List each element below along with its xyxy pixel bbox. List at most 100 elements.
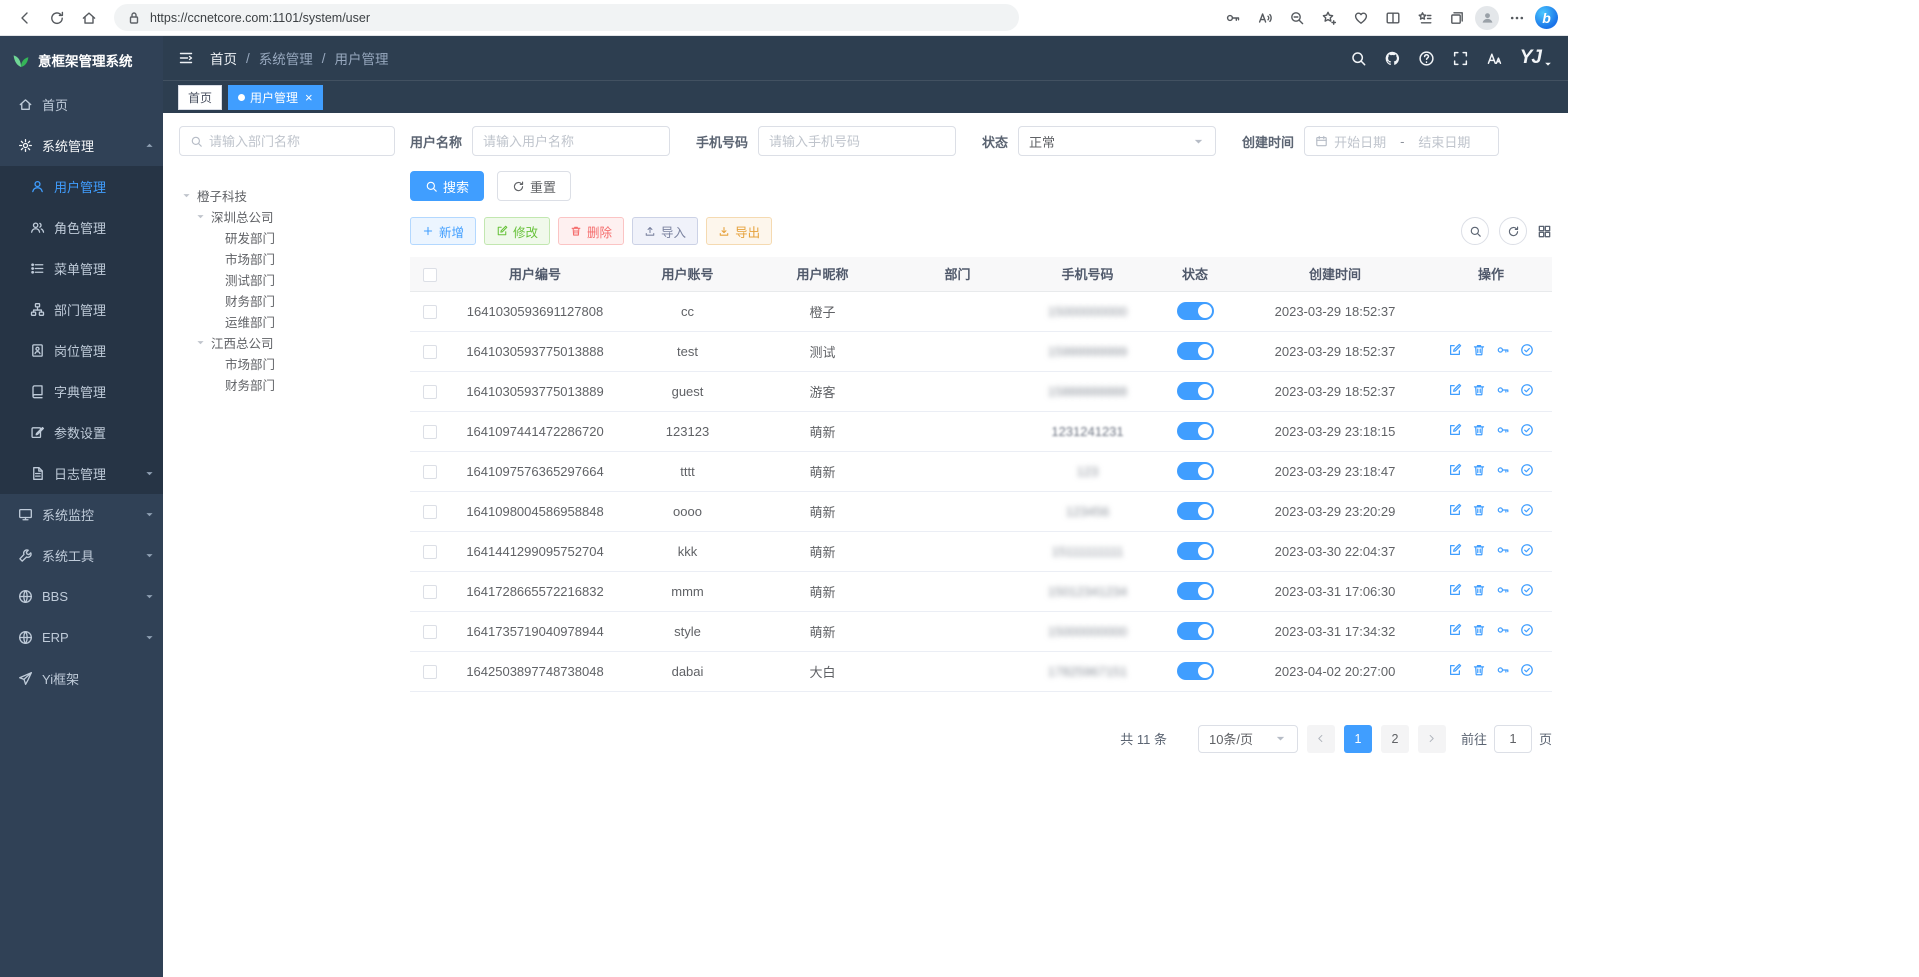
- row-checkbox[interactable]: [423, 545, 437, 559]
- status-toggle[interactable]: [1177, 302, 1214, 320]
- assign-role-icon[interactable]: [1520, 343, 1534, 357]
- sidebar-item-bbs[interactable]: BBS: [0, 576, 163, 617]
- row-checkbox[interactable]: [423, 305, 437, 319]
- sidebar-item-home[interactable]: 首页: [0, 84, 163, 125]
- close-tab-icon[interactable]: ×: [305, 91, 313, 104]
- row-checkbox[interactable]: [423, 625, 437, 639]
- edit-button[interactable]: 修改: [484, 217, 550, 245]
- status-toggle[interactable]: [1177, 582, 1214, 600]
- help-icon[interactable]: [1418, 50, 1435, 67]
- sidebar-toggle-icon[interactable]: [178, 50, 194, 66]
- tab-user-mgmt[interactable]: 用户管理×: [228, 85, 323, 110]
- username-input[interactable]: [483, 134, 659, 149]
- sidebar-item-yi[interactable]: Yi框架: [0, 658, 163, 699]
- sidebar-item-dept[interactable]: 部门管理: [0, 289, 163, 330]
- sidebar-item-post[interactable]: 岗位管理: [0, 330, 163, 371]
- select-all-checkbox[interactable]: [423, 268, 437, 282]
- edit-icon[interactable]: [1448, 343, 1462, 357]
- font-size-icon[interactable]: [1486, 50, 1503, 67]
- delete-icon[interactable]: [1472, 583, 1486, 597]
- browser-essentials-button[interactable]: [1347, 4, 1375, 32]
- edit-icon[interactable]: [1448, 543, 1462, 557]
- search-button[interactable]: 搜索: [410, 171, 484, 201]
- toggle-search-button[interactable]: [1461, 217, 1489, 245]
- edit-icon[interactable]: [1448, 463, 1462, 477]
- date-range-picker[interactable]: 开始日期 - 结束日期: [1304, 126, 1499, 156]
- row-checkbox[interactable]: [423, 665, 437, 679]
- sidebar-item-param[interactable]: 参数设置: [0, 412, 163, 453]
- next-page-button[interactable]: [1418, 725, 1446, 753]
- export-button[interactable]: 导出: [706, 217, 772, 245]
- sidebar-item-erp[interactable]: ERP: [0, 617, 163, 658]
- app-logo[interactable]: 意框架管理系统: [0, 36, 163, 84]
- assign-role-icon[interactable]: [1520, 543, 1534, 557]
- tree-node[interactable]: 深圳总公司: [179, 206, 395, 227]
- status-toggle[interactable]: [1177, 502, 1214, 520]
- columns-toggle-icon[interactable]: [1537, 224, 1552, 239]
- sidebar-item-dict[interactable]: 字典管理: [0, 371, 163, 412]
- goto-page-input[interactable]: [1494, 725, 1532, 753]
- delete-icon[interactable]: [1472, 463, 1486, 477]
- user-brand-logo[interactable]: YJ: [1520, 47, 1553, 69]
- split-screen-button[interactable]: [1379, 4, 1407, 32]
- add-button[interactable]: 新增: [410, 217, 476, 245]
- status-toggle[interactable]: [1177, 382, 1214, 400]
- row-checkbox[interactable]: [423, 385, 437, 399]
- assign-role-icon[interactable]: [1520, 623, 1534, 637]
- reload-button[interactable]: [42, 4, 72, 32]
- breadcrumb-item[interactable]: 系统管理: [259, 48, 313, 68]
- sidebar-item-role[interactable]: 角色管理: [0, 207, 163, 248]
- delete-icon[interactable]: [1472, 503, 1486, 517]
- import-button[interactable]: 导入: [632, 217, 698, 245]
- status-toggle[interactable]: [1177, 622, 1214, 640]
- delete-icon[interactable]: [1472, 383, 1486, 397]
- tree-node[interactable]: 测试部门: [179, 269, 395, 290]
- status-toggle[interactable]: [1177, 342, 1214, 360]
- row-checkbox[interactable]: [423, 585, 437, 599]
- breadcrumb-item[interactable]: 首页: [210, 48, 237, 68]
- delete-button[interactable]: 删除: [558, 217, 624, 245]
- reset-password-icon[interactable]: [1496, 543, 1510, 557]
- browser-home-button[interactable]: [74, 4, 104, 32]
- tab-home[interactable]: 首页: [178, 85, 222, 110]
- phone-input[interactable]: [769, 134, 945, 149]
- status-toggle[interactable]: [1177, 422, 1214, 440]
- assign-role-icon[interactable]: [1520, 463, 1534, 477]
- add-favorite-button[interactable]: [1315, 4, 1343, 32]
- bing-chat-button[interactable]: b: [1535, 6, 1558, 29]
- reset-password-icon[interactable]: [1496, 423, 1510, 437]
- read-aloud-button[interactable]: [1251, 4, 1279, 32]
- back-button[interactable]: [10, 4, 40, 32]
- edit-icon[interactable]: [1448, 503, 1462, 517]
- sidebar-item-menu[interactable]: 菜单管理: [0, 248, 163, 289]
- tree-node[interactable]: 橙子科技: [179, 185, 395, 206]
- password-button[interactable]: [1219, 4, 1247, 32]
- tree-node[interactable]: 财务部门: [179, 374, 395, 395]
- tree-node[interactable]: 江西总公司: [179, 332, 395, 353]
- prev-page-button[interactable]: [1307, 725, 1335, 753]
- edit-icon[interactable]: [1448, 663, 1462, 677]
- delete-icon[interactable]: [1472, 423, 1486, 437]
- reset-password-icon[interactable]: [1496, 343, 1510, 357]
- delete-icon[interactable]: [1472, 543, 1486, 557]
- edit-icon[interactable]: [1448, 383, 1462, 397]
- sidebar-item-system[interactable]: 系统管理: [0, 125, 163, 166]
- profile-avatar[interactable]: [1475, 6, 1499, 30]
- tree-node[interactable]: 研发部门: [179, 227, 395, 248]
- delete-icon[interactable]: [1472, 663, 1486, 677]
- reset-password-icon[interactable]: [1496, 463, 1510, 477]
- search-icon[interactable]: [1350, 50, 1367, 67]
- edit-icon[interactable]: [1448, 623, 1462, 637]
- assign-role-icon[interactable]: [1520, 423, 1534, 437]
- row-checkbox[interactable]: [423, 345, 437, 359]
- row-checkbox[interactable]: [423, 505, 437, 519]
- reset-password-icon[interactable]: [1496, 503, 1510, 517]
- browser-menu-button[interactable]: [1503, 4, 1531, 32]
- edit-icon[interactable]: [1448, 423, 1462, 437]
- delete-icon[interactable]: [1472, 623, 1486, 637]
- assign-role-icon[interactable]: [1520, 663, 1534, 677]
- tree-node[interactable]: 运维部门: [179, 311, 395, 332]
- tree-node[interactable]: 市场部门: [179, 248, 395, 269]
- refresh-table-button[interactable]: [1499, 217, 1527, 245]
- reset-password-icon[interactable]: [1496, 623, 1510, 637]
